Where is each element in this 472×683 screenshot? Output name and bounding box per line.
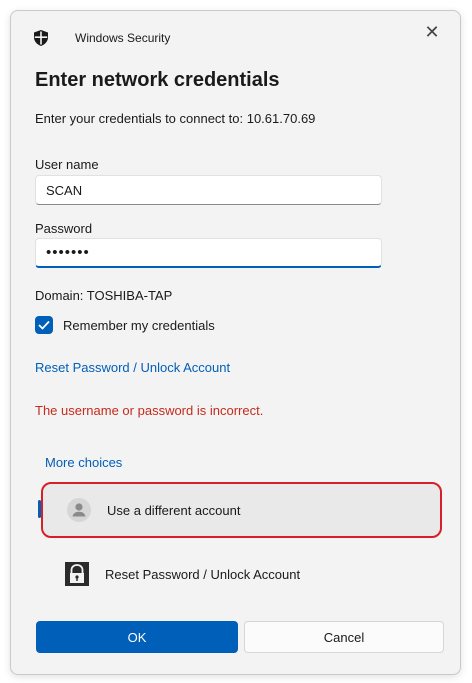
domain-text: Domain: TOSHIBA-TAP [35, 288, 173, 303]
password-field[interactable] [35, 238, 382, 268]
cancel-button[interactable]: Cancel [244, 621, 444, 653]
lock-key-icon [65, 562, 89, 586]
dialog-subtitle: Enter your credentials to connect to: 10… [35, 111, 316, 126]
reset-password-link[interactable]: Reset Password / Unlock Account [35, 360, 230, 375]
username-field[interactable] [35, 175, 382, 205]
close-icon: ✕ [424, 21, 440, 42]
person-icon [67, 498, 91, 522]
use-different-account-label: Use a different account [107, 502, 241, 518]
checkmark-icon [35, 316, 53, 334]
remember-credentials-label: Remember my credentials [63, 317, 215, 333]
shield-icon [34, 30, 48, 46]
credentials-dialog: Windows Security ✕ Enter network credent… [10, 10, 461, 675]
window-title: Windows Security [75, 31, 171, 45]
use-different-account-option[interactable]: Use a different account [41, 482, 442, 538]
password-label: Password [35, 221, 93, 236]
remember-credentials-checkbox[interactable]: Remember my credentials [35, 316, 215, 334]
ok-button[interactable]: OK [36, 621, 238, 653]
title-bar: Windows Security ✕ [11, 11, 460, 61]
error-message: The username or password is incorrect. [35, 403, 264, 418]
reset-password-option[interactable]: Reset Password / Unlock Account [41, 546, 442, 602]
more-choices-header[interactable]: More choices [45, 455, 122, 470]
dialog-heading: Enter network credentials [35, 69, 280, 91]
username-label: User name [35, 157, 99, 172]
close-button[interactable]: ✕ [412, 17, 452, 47]
reset-password-option-label: Reset Password / Unlock Account [105, 566, 301, 582]
